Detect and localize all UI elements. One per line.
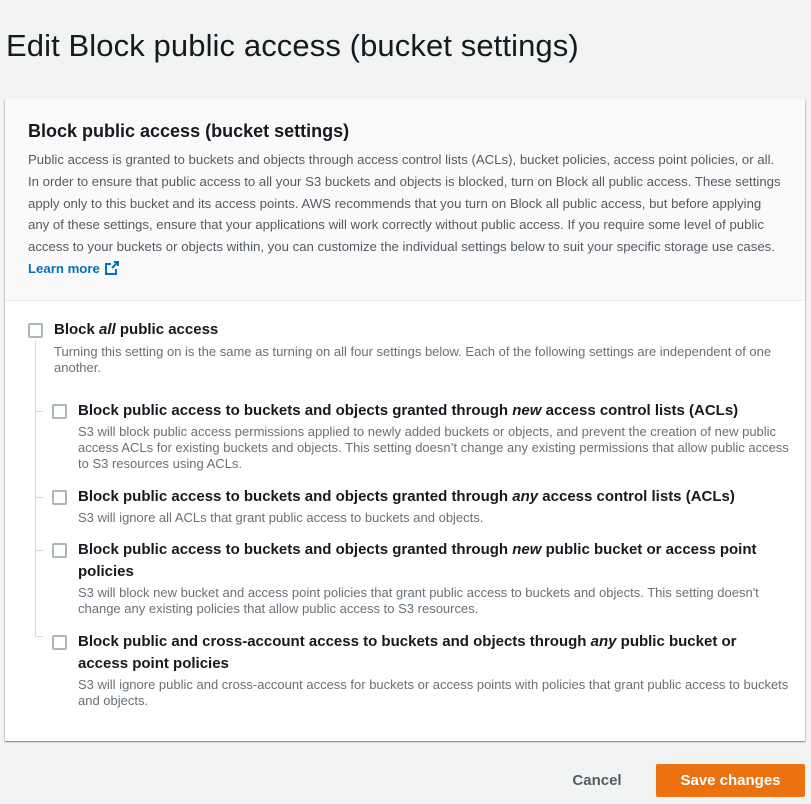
tree-branch — [35, 636, 43, 637]
block-new-policies-checkbox[interactable] — [52, 543, 67, 558]
learn-more-label: Learn more — [28, 260, 100, 276]
panel-header: Block public access (bucket settings) Pu… — [5, 99, 805, 301]
block-new-policies-description: S3 will block new bucket and access poin… — [78, 585, 759, 616]
page-title: Edit Block public access (bucket setting… — [6, 28, 579, 63]
block-any-acls-title: Block public access to buckets and objec… — [78, 488, 735, 505]
block-new-acls-checkbox[interactable] — [52, 404, 67, 419]
tree-branch — [35, 550, 43, 551]
block-any-acls-description: S3 will ignore all ACLs that grant publi… — [78, 510, 484, 525]
block-new-acls-title: Block public access to buckets and objec… — [78, 402, 739, 419]
block-all-description: Turning this setting on is the same as t… — [54, 344, 772, 375]
panel-description-text: Public access is granted to buckets and … — [28, 152, 781, 255]
cancel-button[interactable]: Cancel — [560, 765, 634, 797]
block-cross-account-title: Block public and cross-account access to… — [78, 633, 737, 672]
tree-line — [35, 341, 36, 637]
tree-branch — [35, 497, 43, 498]
block-public-access-panel: Block public access (bucket settings) Pu… — [5, 99, 805, 741]
block-all-title: Block all public access — [54, 321, 219, 338]
block-any-acls-checkbox[interactable] — [52, 490, 67, 505]
save-changes-button[interactable]: Save changes — [656, 764, 805, 797]
external-link-icon — [104, 260, 119, 275]
block-cross-account-description: S3 will ignore public and cross-account … — [78, 677, 789, 708]
block-all-checkbox[interactable] — [28, 323, 43, 338]
block-cross-account-checkbox[interactable] — [52, 635, 67, 650]
block-new-acls-description: S3 will block public access permissions … — [78, 424, 789, 471]
learn-more-link[interactable]: Learn more — [28, 260, 120, 276]
tree-branch — [35, 411, 43, 412]
panel-description: Public access is granted to buckets and … — [28, 149, 783, 280]
panel-title: Block public access (bucket settings) — [28, 121, 350, 141]
block-new-policies-title: Block public access to buckets and objec… — [78, 541, 757, 580]
